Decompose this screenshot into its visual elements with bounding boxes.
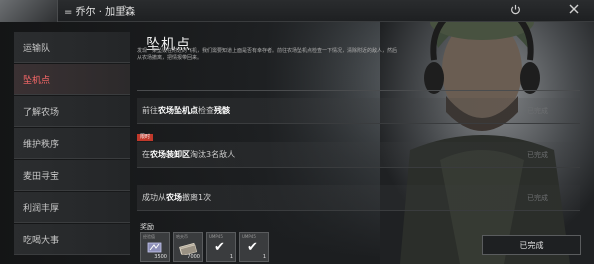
reward-amount: 3500 <box>154 254 167 260</box>
sidebar-item-label: 了解农场 <box>23 107 60 118</box>
reward-name: UMP45 <box>209 234 223 239</box>
task-status: 已完成 <box>527 107 548 115</box>
close-button[interactable] <box>562 0 586 18</box>
sidebar-item-order[interactable]: 维护秩序 <box>14 128 130 159</box>
task-text: 成功从农场撤离1次 <box>142 193 212 202</box>
reward-name: 经验值 <box>143 234 155 239</box>
sidebar-item-farm[interactable]: 了解农场 <box>14 96 130 127</box>
reward-amount: 1 <box>262 254 266 260</box>
close-icon <box>569 4 579 14</box>
sidebar-item-food[interactable]: 吃喝大事 <box>14 224 130 255</box>
sidebar-item-crash-site[interactable]: 坠机点 <box>14 64 130 95</box>
rewards-list: 经验值 3500 哈夫币 7000 UMP45 ✔ 1 UMP45 ✔ 1 <box>140 232 269 262</box>
sidebar-item-label: 维护秩序 <box>23 139 60 150</box>
task-text: 前往农场坠机点检查残骸 <box>142 106 230 115</box>
top-bar: = 乔尔 · 加里森 ? <box>0 0 594 22</box>
task-tag: 限时 <box>137 134 154 141</box>
money-icon <box>179 242 197 255</box>
task-status: 已完成 <box>527 151 548 159</box>
checkmark-icon: ✔ <box>214 240 225 255</box>
sidebar-item-transport[interactable]: 运输队 <box>14 32 130 63</box>
power-button[interactable] <box>500 0 530 18</box>
sidebar-item-label: 吃喝大事 <box>23 235 60 246</box>
power-icon <box>510 4 520 14</box>
reward-item[interactable]: 经验值 3500 <box>140 232 170 262</box>
sidebar-item-label: 坠机点 <box>23 75 51 86</box>
sidebar-item-label: 运输队 <box>23 43 51 54</box>
reward-item[interactable]: 哈夫币 7000 <box>173 232 203 262</box>
task-row: 成功从农场撤离1次 已完成 <box>137 185 580 211</box>
rewards-label: 奖励 <box>140 223 154 231</box>
mission-description: 发现一架坠毁在附近的飞机，我们需要知道上面是否有幸存者。前往农场坠机点检查一下情… <box>137 48 398 61</box>
complete-button[interactable]: 已完成 <box>482 235 581 255</box>
reward-name: UMP45 <box>242 234 256 239</box>
task-row: 前往农场坠机点检查残骸 已完成 <box>137 98 580 124</box>
reward-amount: 7000 <box>187 254 200 260</box>
task-row: 限时 在农场装卸区淘汰3名敌人 已完成 <box>137 134 580 168</box>
mission-list: 运输队 坠机点 了解农场 维护秩序 麦田寻宝 利润丰厚 吃喝大事 <box>14 32 130 256</box>
reward-name: 哈夫币 <box>176 234 188 239</box>
task-status: 已完成 <box>527 194 548 202</box>
player-avatar[interactable] <box>0 0 58 22</box>
sidebar-item-profit[interactable]: 利润丰厚 <box>14 192 130 223</box>
task-text: 在农场装卸区淘汰3名敌人 <box>142 150 236 159</box>
sidebar-item-label: 利润丰厚 <box>23 203 60 214</box>
help-icon[interactable]: ? <box>122 5 127 15</box>
checkmark-icon: ✔ <box>247 240 258 255</box>
xp-icon <box>147 242 162 253</box>
reward-amount: 1 <box>229 254 233 260</box>
sidebar-item-label: 麦田寻宝 <box>23 171 60 182</box>
reward-item[interactable]: UMP45 ✔ 1 <box>206 232 236 262</box>
soldier-portrait <box>380 0 594 264</box>
sidebar-item-treasure[interactable]: 麦田寻宝 <box>14 160 130 191</box>
reward-item[interactable]: UMP45 ✔ 1 <box>239 232 269 262</box>
divider <box>137 90 580 91</box>
